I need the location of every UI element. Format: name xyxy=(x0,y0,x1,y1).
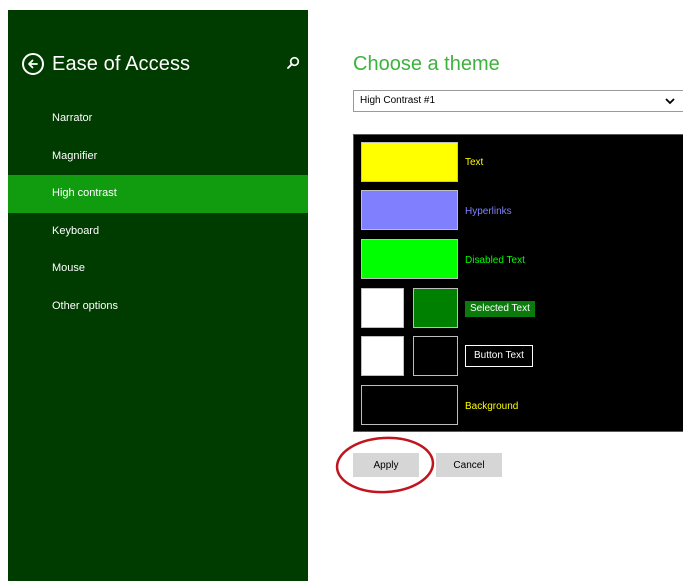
sidebar-item-narrator[interactable]: Narrator xyxy=(8,100,308,138)
cancel-button[interactable]: Cancel xyxy=(436,453,502,477)
sidebar: Ease of Access Narrator Magnifier High c… xyxy=(8,10,308,581)
theme-preview: Text Hyperlinks Disabled Text Selected T… xyxy=(353,134,683,432)
text-color-swatch[interactable] xyxy=(361,142,458,182)
selected-text-label: Selected Text xyxy=(465,301,535,317)
chevron-down-icon xyxy=(664,96,676,106)
text-label: Text xyxy=(465,157,484,168)
page-title: Choose a theme xyxy=(353,53,500,75)
search-icon[interactable] xyxy=(286,56,300,70)
button-text-label: Button Text xyxy=(465,345,533,367)
back-arrow-icon[interactable] xyxy=(22,53,44,75)
sidebar-item-high-contrast[interactable]: High contrast xyxy=(8,175,308,213)
background-label: Background xyxy=(465,401,519,412)
theme-select[interactable]: High Contrast #1 xyxy=(353,90,683,112)
sidebar-item-other-options[interactable]: Other options xyxy=(8,288,308,326)
sidebar-list: Narrator Magnifier High contrast Keyboar… xyxy=(8,100,308,325)
sidebar-item-mouse[interactable]: Mouse xyxy=(8,250,308,288)
apply-button[interactable]: Apply xyxy=(353,453,419,477)
selected-text-fg-swatch[interactable] xyxy=(413,288,458,328)
theme-select-value: High Contrast #1 xyxy=(360,95,436,106)
sidebar-header: Ease of Access xyxy=(22,50,302,78)
sidebar-title: Ease of Access xyxy=(52,53,191,75)
button-bg-swatch[interactable] xyxy=(361,336,404,376)
sidebar-item-keyboard[interactable]: Keyboard xyxy=(8,213,308,251)
hyperlinks-label: Hyperlinks xyxy=(465,206,512,217)
sidebar-item-magnifier[interactable]: Magnifier xyxy=(8,138,308,176)
selected-text-bg-swatch[interactable] xyxy=(361,288,404,328)
button-fg-swatch[interactable] xyxy=(413,336,458,376)
background-color-swatch[interactable] xyxy=(361,385,458,425)
disabled-text-label: Disabled Text xyxy=(465,255,525,266)
hyperlinks-color-swatch[interactable] xyxy=(361,190,458,230)
disabled-text-color-swatch[interactable] xyxy=(361,239,458,279)
